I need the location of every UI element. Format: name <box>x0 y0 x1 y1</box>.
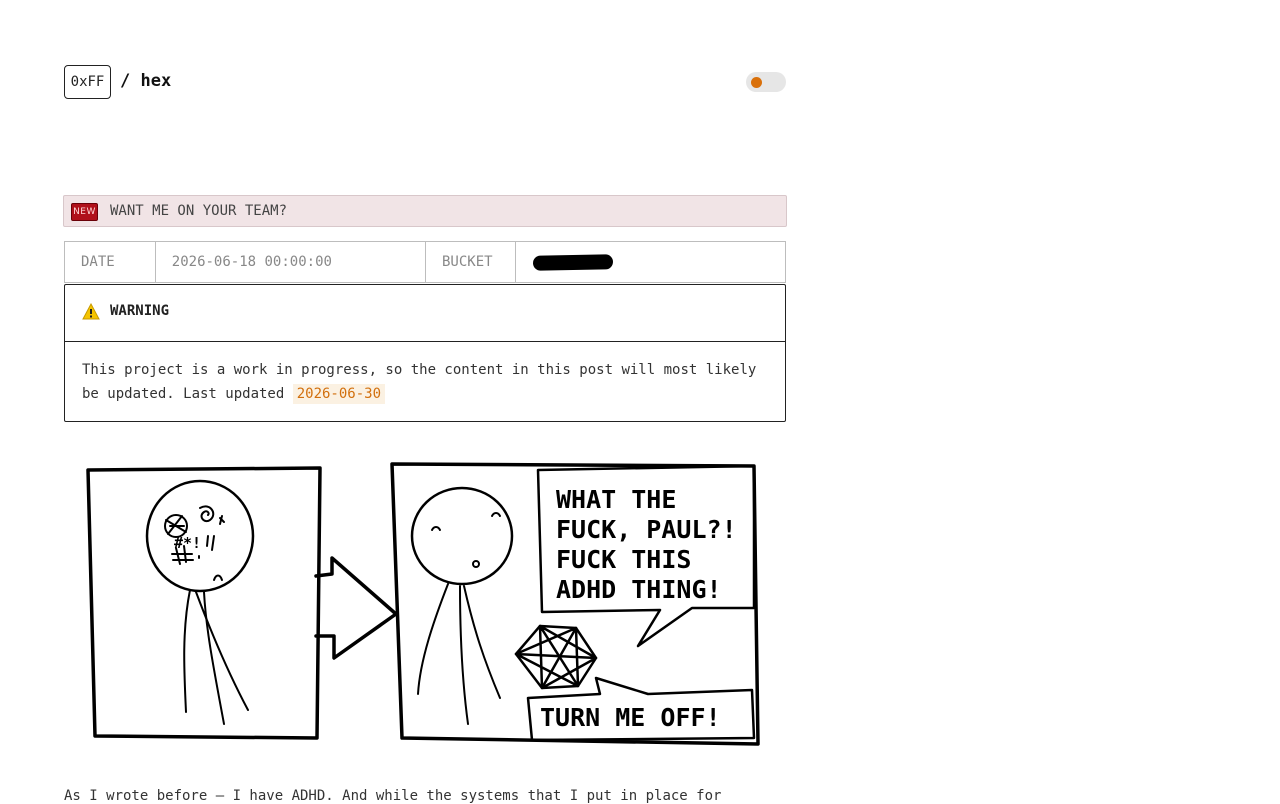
toggle-knob <box>751 77 762 88</box>
new-badge: NEW <box>71 203 98 221</box>
warning-icon <box>82 303 100 320</box>
bubble-line-3: FUCK THIS <box>556 545 691 574</box>
last-updated-date: 2026-06-30 <box>292 384 386 404</box>
site-header: 0xFF / hex <box>64 65 786 99</box>
warning-title: WARNING <box>110 303 170 319</box>
adhd-comic: WHAT THE FUCK, PAUL?! FUCK THIS ADHD THI… <box>64 440 786 770</box>
warning-header: WARNING <box>65 285 785 342</box>
date-label: DATE <box>65 242 156 282</box>
date-value: 2026-06-18 00:00:00 <box>156 242 426 282</box>
warning-callout: WARNING This project is a work in progre… <box>64 284 786 422</box>
site-title[interactable]: / hex <box>120 71 171 91</box>
bubble-line-4: ADHD THING! <box>556 575 722 604</box>
scribble-symbols: #*! <box>174 534 201 552</box>
bucket-label: BUCKET <box>426 242 516 282</box>
site-logo[interactable]: 0xFF <box>64 65 111 99</box>
comic-caption: TURN ME OFF! <box>540 703 721 732</box>
redacted-bucket <box>532 254 613 271</box>
warning-body: This project is a work in progress, so t… <box>82 358 762 406</box>
banner-text[interactable]: WANT ME ON YOUR TEAM? <box>110 203 287 219</box>
post-meta-table: DATE 2026-06-18 00:00:00 BUCKET <box>64 241 786 283</box>
hire-me-banner[interactable]: NEW WANT ME ON YOUR TEAM? <box>63 195 787 227</box>
bucket-value <box>516 242 785 282</box>
warning-text: This project is a work in progress, so t… <box>82 362 757 402</box>
bubble-line-2: FUCK, PAUL?! <box>556 515 737 544</box>
bubble-line-1: WHAT THE <box>556 485 676 514</box>
article-paragraph: As I wrote before — I have ADHD. And whi… <box>64 788 722 804</box>
theme-toggle[interactable] <box>746 72 786 92</box>
